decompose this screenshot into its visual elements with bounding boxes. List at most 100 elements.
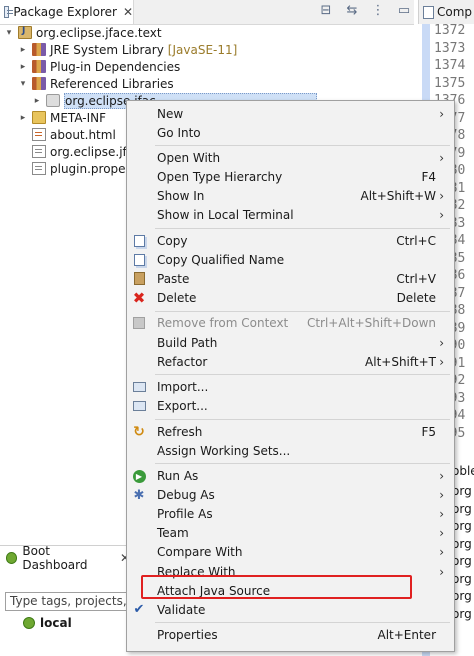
problem-row[interactable]: org — [452, 484, 474, 501]
library-icon — [32, 60, 46, 73]
tab-label: Package Explorer — [13, 5, 117, 19]
menu-item-assign-working-sets[interactable]: Assign Working Sets... — [127, 441, 454, 460]
tree-node-label: Plug-in Dependencies — [50, 59, 181, 74]
menu-item-remove-from-context: Remove from Context Ctrl+Alt+Shift+Down — [127, 314, 454, 333]
menu-item-build-path[interactable]: Build Path › — [127, 333, 454, 352]
menu-item-paste[interactable]: Paste Ctrl+V — [127, 269, 454, 288]
tab-label: Comp — [437, 5, 473, 19]
problem-row[interactable]: org — [452, 554, 474, 571]
problem-row[interactable]: org — [452, 589, 474, 606]
menu-item-label: Import... — [157, 380, 209, 394]
menu-item-run-as[interactable]: ▶ Run As › — [127, 467, 454, 486]
tree-node-project[interactable]: ▾ org.eclipse.jface.text — [4, 24, 162, 41]
menu-item-open-with[interactable]: Open With › — [127, 149, 454, 168]
view-menu-icon[interactable]: ⋮ — [370, 3, 386, 19]
expand-twisty-icon[interactable]: ▸ — [32, 96, 42, 106]
menu-item-export[interactable]: Export... — [127, 397, 454, 416]
tree-node-about-html[interactable]: about.html — [18, 126, 116, 143]
problem-row[interactable]: org — [452, 537, 474, 554]
menu-item-label: New — [157, 106, 184, 121]
menu-item-accelerator: Delete — [396, 291, 436, 305]
menu-item-validate[interactable]: ✔ Validate — [127, 600, 454, 619]
tree-node-plugin-deps[interactable]: ▸ Plug-in Dependencies — [18, 58, 181, 75]
minimize-icon[interactable]: ▭ — [396, 3, 412, 19]
menu-item-team[interactable]: Team › — [127, 524, 454, 543]
library-icon — [32, 43, 46, 56]
menu-separator — [155, 374, 450, 376]
menu-item-copy-qualified-name[interactable]: Copy Qualified Name — [127, 250, 454, 269]
line-number: 1375 — [434, 75, 466, 91]
menu-item-go-into[interactable]: Go Into — [127, 123, 454, 142]
menu-item-refactor[interactable]: Refactor Alt+Shift+T › — [127, 352, 454, 371]
spring-boot-icon — [23, 617, 35, 629]
menu-item-label: Assign Working Sets... — [157, 443, 291, 458]
menu-item-import[interactable]: Import... — [127, 378, 454, 397]
tree-node-jface-file[interactable]: org.eclipse.jfac — [18, 143, 141, 160]
collapse-all-icon[interactable]: ⊟ — [318, 3, 334, 19]
menu-item-refresh[interactable]: ↻ Refresh F5 — [127, 422, 454, 441]
checkmark-icon: ✔ — [133, 602, 145, 618]
line-number: 1372 — [434, 23, 466, 38]
submenu-arrow-icon: › — [439, 545, 444, 560]
menu-item-label: Paste — [157, 271, 190, 286]
menu-item-properties[interactable]: Properties Alt+Enter — [127, 626, 454, 645]
problem-row[interactable]: org — [452, 572, 474, 589]
expand-twisty-icon[interactable]: ▸ — [18, 45, 28, 55]
menu-item-delete[interactable]: ✖ Delete Delete — [127, 289, 454, 308]
menu-item-label: Copy — [157, 233, 188, 248]
menu-item-profile-as[interactable]: Profile As › — [127, 505, 454, 524]
submenu-arrow-icon: › — [439, 189, 444, 204]
library-icon — [32, 77, 46, 90]
menu-item-label: Open Type Hierarchy — [157, 170, 283, 185]
local-target[interactable]: local — [23, 616, 72, 630]
menu-item-compare-with[interactable]: Compare With › — [127, 543, 454, 562]
close-icon[interactable]: ✕ — [123, 5, 133, 19]
menu-separator — [155, 145, 450, 147]
problem-row[interactable]: org — [452, 502, 474, 519]
filter-input[interactable]: Type tags, projects, or — [5, 592, 131, 611]
package-explorer-icon — [4, 6, 14, 18]
menu-item-show-in[interactable]: Show In Alt+Shift+W › — [127, 187, 454, 206]
spring-boot-icon — [6, 551, 18, 564]
menu-item-label: Copy Qualified Name — [157, 252, 285, 267]
problems-tab-fragment[interactable]: oble — [452, 464, 474, 478]
menu-item-accelerator: Ctrl+Alt+Shift+Down — [306, 316, 436, 331]
menu-item-open-type-hierarchy[interactable]: Open Type Hierarchy F4 — [127, 168, 454, 187]
expand-twisty-icon[interactable]: ▸ — [18, 62, 28, 72]
submenu-arrow-icon: › — [439, 507, 444, 522]
local-label: local — [40, 616, 72, 630]
tab-package-explorer[interactable]: Package Explorer ✕ — [0, 0, 134, 24]
tree-node-plugin-properties[interactable]: plugin.properti — [18, 160, 139, 177]
tab-compare-editor[interactable]: Comp — [418, 0, 474, 24]
tab-label: Boot Dashboard — [22, 543, 88, 572]
menu-item-show-in-local-terminal[interactable]: Show in Local Terminal › — [127, 206, 454, 225]
menu-item-debug-as[interactable]: ✱ Debug As › — [127, 486, 454, 505]
menu-item-copy[interactable]: Copy Ctrl+C — [127, 231, 454, 250]
tree-node-label: Referenced Libraries — [50, 76, 174, 91]
menu-item-label: Compare With — [157, 545, 243, 560]
context-menu: New › Go Into Open With › Open Type Hierarchy… — [126, 100, 455, 652]
tree-node-referenced-libraries[interactable]: ▾ Referenced Libraries — [18, 75, 174, 92]
menu-item-accelerator: F4 — [421, 170, 436, 185]
folder-icon — [32, 111, 46, 124]
submenu-arrow-icon: › — [439, 564, 444, 579]
submenu-arrow-icon: › — [439, 208, 444, 223]
menu-item-new[interactable]: New › — [127, 104, 454, 123]
problem-row[interactable]: org — [452, 519, 474, 536]
tree-node-jre[interactable]: ▸ JRE System Library [JavaSE-11] — [18, 41, 238, 58]
menu-item-label: Remove from Context — [157, 316, 289, 331]
tree-node-label: JRE System Library — [50, 42, 164, 57]
problem-row[interactable]: org — [452, 607, 474, 624]
expand-twisty-icon[interactable]: ▾ — [4, 28, 14, 38]
tab-boot-dashboard[interactable]: Boot Dashboard ✕ — [0, 543, 130, 572]
import-icon — [131, 379, 147, 395]
remove-context-icon — [131, 315, 147, 331]
link-with-editor-icon[interactable]: ⇆ — [344, 3, 360, 19]
tree-node-meta-inf[interactable]: ▸ META-INF — [18, 109, 106, 126]
expand-twisty-icon[interactable]: ▾ — [18, 79, 28, 89]
annotation-highlight-box — [141, 575, 412, 599]
expand-twisty-icon[interactable]: ▸ — [18, 113, 28, 123]
menu-item-label: Refresh — [157, 424, 203, 439]
menu-item-accelerator: Alt+Shift+W — [360, 189, 437, 204]
submenu-arrow-icon: › — [439, 526, 444, 541]
